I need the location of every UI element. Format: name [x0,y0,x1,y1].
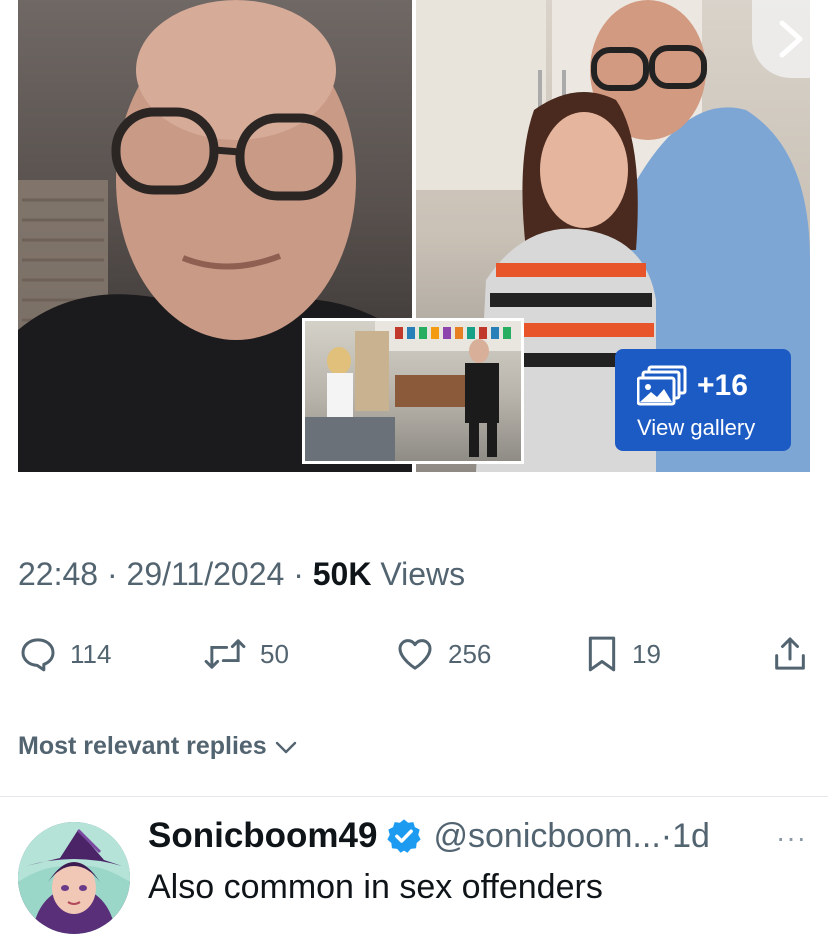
repost-count: 50 [260,638,289,669]
reply-button[interactable]: 114 [18,634,111,674]
gallery-icon [637,365,687,406]
reply-icon [21,638,55,672]
repost-icon [204,639,246,669]
bookmark-button[interactable]: 19 [584,634,661,674]
replies-sort-dropdown[interactable]: Most relevant replies [18,732,299,761]
reply-timestamp[interactable]: 1d [672,817,710,856]
reply-separator: · [660,816,673,855]
tweet-metadata: 22:48 · 29/11/2024 · 50K Views [18,556,465,593]
gallery-count: +16 [697,369,748,402]
reply-author-handle[interactable]: @sonicboom... [433,817,660,856]
verified-badge-icon[interactable] [385,817,423,855]
reply-text: Also common in sex offenders [148,868,603,906]
views-count[interactable]: 50K [313,556,372,592]
share-icon [775,637,805,670]
tweet-action-bar: 114 50 256 19 [18,634,810,678]
bookmark-icon [588,636,616,672]
tweet-date[interactable]: 29/11/2024 [127,556,285,592]
reply-header: Sonicboom49 @sonicboom... · 1d [148,816,710,856]
meta-separator: · [293,556,304,592]
chevron-down-icon [275,741,296,753]
repost-button[interactable]: 50 [202,634,289,674]
share-button[interactable] [770,634,810,674]
gallery-label: View gallery [637,415,756,440]
heart-icon [398,639,432,670]
chevron-right-icon [779,20,803,58]
meta-separator: · [106,556,118,592]
like-count: 256 [448,638,492,669]
avatar[interactable] [18,822,130,934]
replies-sort-label: Most relevant replies [18,732,267,760]
more-options-icon[interactable]: ··· [776,822,807,854]
view-gallery-button[interactable]: +16 View gallery [615,349,791,451]
bookmark-count: 19 [632,638,661,669]
views-label[interactable]: Views [380,556,465,592]
reply-count: 114 [70,638,112,669]
avatar-illustration [18,822,130,934]
kitchen-scene-illustration [305,321,521,461]
tweet-time[interactable]: 22:48 [18,556,98,592]
tweet-media[interactable]: +16 View gallery [18,0,810,472]
like-button[interactable]: 256 [394,634,491,674]
media-inset-photo[interactable] [302,318,524,464]
divider [0,796,828,797]
reply-author-name[interactable]: Sonicboom49 [148,816,377,856]
